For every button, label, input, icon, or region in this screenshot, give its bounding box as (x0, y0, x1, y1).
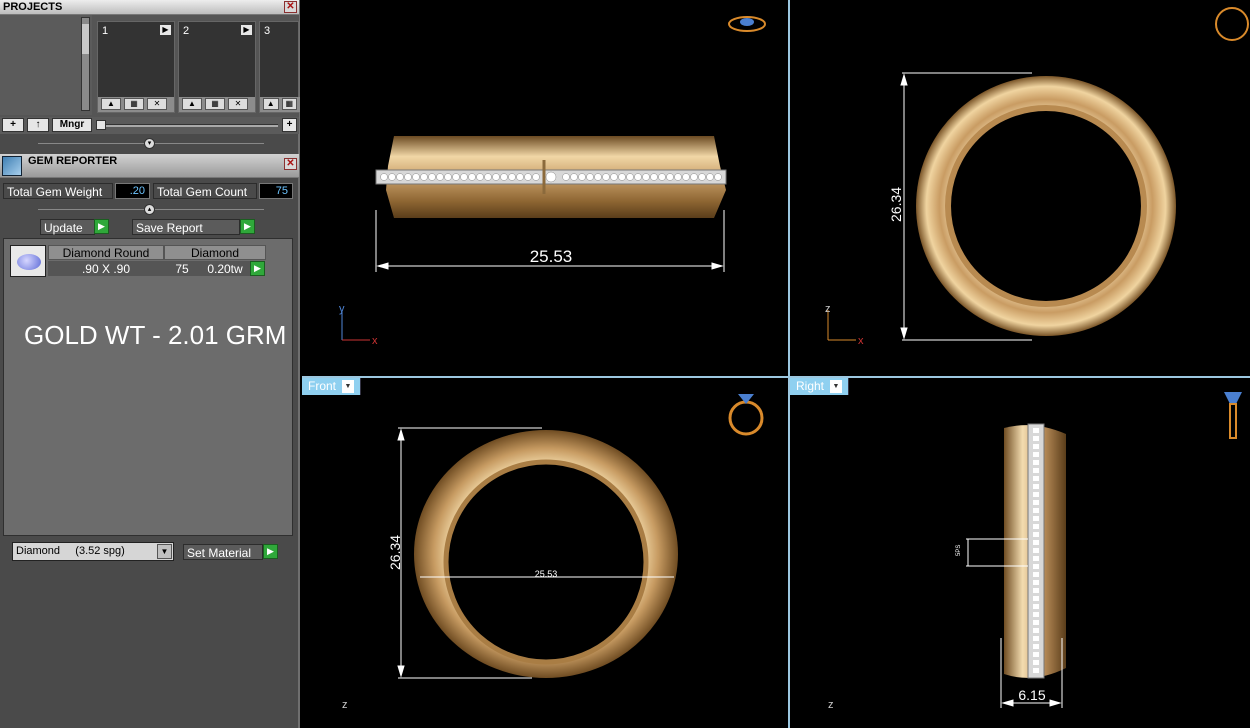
perspective-view-canvas: 26.34 z x (825, 7, 1249, 347)
gem-reporter-title: GEM REPORTER (28, 155, 118, 167)
viewport-label: Right (796, 379, 825, 393)
app-window: PROJECTS ✕ 1 ▶ ▲ ▦ ✕ 2 ▶ ▲ ▦ ✕ 3 ▲ ▦ + ↑… (0, 0, 1250, 728)
height-dimension-label: 26.34 (888, 187, 904, 222)
view-cube-icon[interactable] (1215, 7, 1249, 41)
top-view-canvas: 25.53 y x (339, 16, 766, 347)
tab-right[interactable]: Right ▼ (790, 378, 850, 395)
viewport-front[interactable]: 26.34 25.53 z Front ▼ (302, 378, 788, 728)
update-play-icon[interactable]: ▶ (94, 219, 109, 234)
project-slot-number: 1 (102, 25, 109, 37)
upload-icon[interactable]: ▲ (101, 98, 121, 110)
view-cube-icon[interactable] (1224, 392, 1242, 439)
tab-front[interactable]: Front ▼ (302, 378, 362, 395)
projects-zoom-plus[interactable]: + (282, 118, 297, 132)
front-view-canvas: 26.34 25.53 z (342, 394, 764, 711)
material-select-value: Diamond (3.52 spg) (16, 545, 125, 557)
width-dimension-label: 25.53 (530, 247, 573, 266)
close-icon[interactable]: ✕ (228, 98, 248, 110)
project-slot-number: 2 (183, 25, 190, 37)
gold-weight-annotation: GOLD WT - 2.01 GRM (24, 320, 287, 350)
gem-count-cell: 75 (164, 261, 200, 276)
width-dimension-label: 25.53 (535, 569, 558, 579)
gem-shape-cell: Diamond Round (48, 245, 164, 260)
play-icon[interactable]: ▶ (241, 25, 252, 35)
viewport-splitter-vertical[interactable] (788, 0, 790, 728)
gem-row-play-icon[interactable]: ▶ (250, 261, 265, 276)
up-button[interactable]: ↑ (27, 118, 49, 132)
save-icon[interactable]: ▦ (205, 98, 225, 110)
axis-triad: y x (339, 303, 378, 347)
projects-title: PROJECTS (3, 1, 63, 13)
axis-z-label: z (828, 699, 834, 711)
viewport-splitter-horizontal[interactable] (302, 376, 1250, 378)
upload-icon[interactable]: ▲ (263, 98, 279, 110)
view-cube-icon[interactable] (728, 16, 766, 32)
axis-z-label: z (342, 699, 348, 711)
total-gem-count-value: 75 (259, 183, 293, 199)
close-icon[interactable]: ✕ (147, 98, 167, 110)
width-dimension-label: 6.15 (1018, 687, 1045, 703)
total-gem-count-label: Total Gem Count (153, 183, 257, 199)
viewport-top[interactable]: 25.53 y x (302, 0, 788, 376)
ring-inner (945, 105, 1147, 307)
set-material-button[interactable]: Set Material (183, 544, 263, 560)
projects-scrollbar[interactable] (81, 17, 90, 111)
axis-x-label: x (372, 335, 378, 347)
projects-close-button[interactable]: ✕ (284, 1, 297, 13)
add-project-button[interactable]: + (2, 118, 24, 132)
upload-icon[interactable]: ▲ (182, 98, 202, 110)
projects-preview (0, 15, 92, 115)
material-select[interactable]: Diamond (3.52 spg) ▼ (12, 542, 174, 561)
gem-material-cell: Diamond (164, 245, 266, 260)
left-panel: PROJECTS ✕ 1 ▶ ▲ ▦ ✕ 2 ▶ ▲ ▦ ✕ 3 ▲ ▦ + ↑… (0, 0, 300, 728)
save-icon[interactable]: ▦ (124, 98, 144, 110)
play-icon[interactable]: ▶ (160, 25, 171, 35)
viewport-label: Front (308, 379, 337, 393)
view-cube-icon[interactable] (728, 394, 764, 436)
project-slot-2[interactable]: 2 ▶ ▲ ▦ ✕ (178, 21, 256, 113)
projects-body: 1 ▶ ▲ ▦ ✕ 2 ▶ ▲ ▦ ✕ 3 ▲ ▦ (0, 15, 300, 117)
set-material-play-icon[interactable]: ▶ (263, 544, 278, 559)
projects-zoom-slider[interactable] (98, 124, 278, 127)
save-report-button[interactable]: Save Report (132, 219, 240, 235)
save-report-play-icon[interactable]: ▶ (240, 219, 255, 234)
update-button[interactable]: Update (40, 219, 95, 235)
gem-reporter-icon (2, 156, 22, 176)
projects-zoom-handle[interactable] (96, 120, 106, 130)
chevron-down-icon[interactable]: ▼ (157, 544, 172, 559)
axis-triad: z x (825, 303, 864, 347)
right-view-canvas: 5PS 6.15 z (828, 392, 1242, 711)
chevron-down-icon[interactable]: ▼ (342, 380, 355, 394)
gem-size-cell: .90 X .90 (48, 261, 164, 276)
manager-button[interactable]: Mngr (52, 118, 92, 132)
gem-weight-cell: 0.20tw (200, 261, 250, 276)
project-slot-3[interactable]: 3 ▲ ▦ (259, 21, 300, 113)
collapse-toggle-icon[interactable]: ▾ (144, 138, 155, 149)
axis-x-label: x (858, 335, 864, 347)
project-slot-number: 3 (264, 25, 271, 37)
viewport-right[interactable]: 5PS 6.15 z Right ▼ (790, 378, 1250, 728)
projects-titlebar: PROJECTS ✕ (0, 0, 299, 15)
collapse-toggle-icon[interactable]: ▴ (144, 204, 155, 215)
chevron-down-icon[interactable]: ▼ (830, 380, 843, 394)
ring-inner (443, 459, 649, 665)
gem-report-list: Diamond Round Diamond .90 X .90 75 0.20t… (3, 238, 293, 536)
diamond-row (380, 171, 722, 183)
small-dimension-label: 5PS (956, 545, 962, 556)
projects-toolbar: + ↑ Mngr + (0, 117, 299, 134)
gem-reporter-close-button[interactable]: ✕ (284, 158, 297, 170)
project-slot-1[interactable]: 1 ▶ ▲ ▦ ✕ (97, 21, 175, 113)
gem-reporter-titlebar: GEM REPORTER ✕ (0, 154, 299, 178)
axis-y-label: y (339, 303, 345, 315)
axis-z-label: z (825, 303, 831, 315)
height-dimension-label: 26.34 (387, 535, 403, 570)
diamond-round-thumbnail-icon (10, 245, 46, 277)
total-gem-weight-label: Total Gem Weight (3, 183, 113, 199)
viewport-perspective[interactable]: 26.34 z x (790, 0, 1250, 376)
save-icon[interactable]: ▦ (281, 98, 297, 110)
total-gem-weight-value: .20 (115, 183, 150, 199)
